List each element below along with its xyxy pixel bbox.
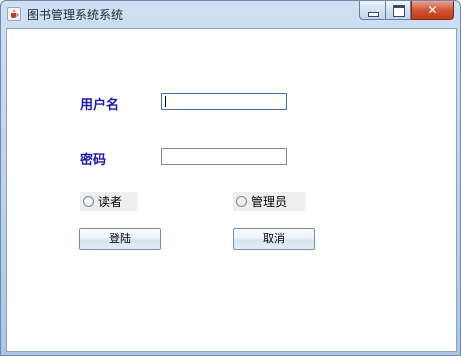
app-window: 图书管理系统系统 ✕ 用户名 密码 读者 管理员 登陆 取消 xyxy=(0,0,461,356)
close-icon: ✕ xyxy=(427,3,438,17)
radio-reader-label: 读者 xyxy=(98,195,123,209)
username-input[interactable] xyxy=(161,93,287,110)
window-controls: ✕ xyxy=(359,1,454,20)
radio-icon xyxy=(236,196,247,207)
close-button[interactable]: ✕ xyxy=(411,1,454,20)
text-caret xyxy=(165,96,166,107)
minimize-button[interactable] xyxy=(359,1,385,20)
radio-admin-label: 管理员 xyxy=(251,195,288,209)
password-label: 密码 xyxy=(80,153,107,168)
radio-admin[interactable]: 管理员 xyxy=(233,192,305,211)
title-bar[interactable]: 图书管理系统系统 ✕ xyxy=(1,1,460,27)
username-label: 用户名 xyxy=(80,98,120,113)
minimize-icon xyxy=(368,12,379,17)
radio-icon xyxy=(83,196,94,207)
window-title: 图书管理系统系统 xyxy=(27,8,124,22)
password-input[interactable] xyxy=(161,148,287,165)
radio-reader[interactable]: 读者 xyxy=(80,192,137,211)
maximize-button[interactable] xyxy=(385,1,411,20)
maximize-icon xyxy=(393,5,405,17)
java-cup-icon[interactable] xyxy=(7,7,21,21)
login-panel: 用户名 密码 读者 管理员 登陆 取消 xyxy=(6,28,457,352)
cancel-button[interactable]: 取消 xyxy=(233,228,315,250)
login-button[interactable]: 登陆 xyxy=(79,228,161,250)
